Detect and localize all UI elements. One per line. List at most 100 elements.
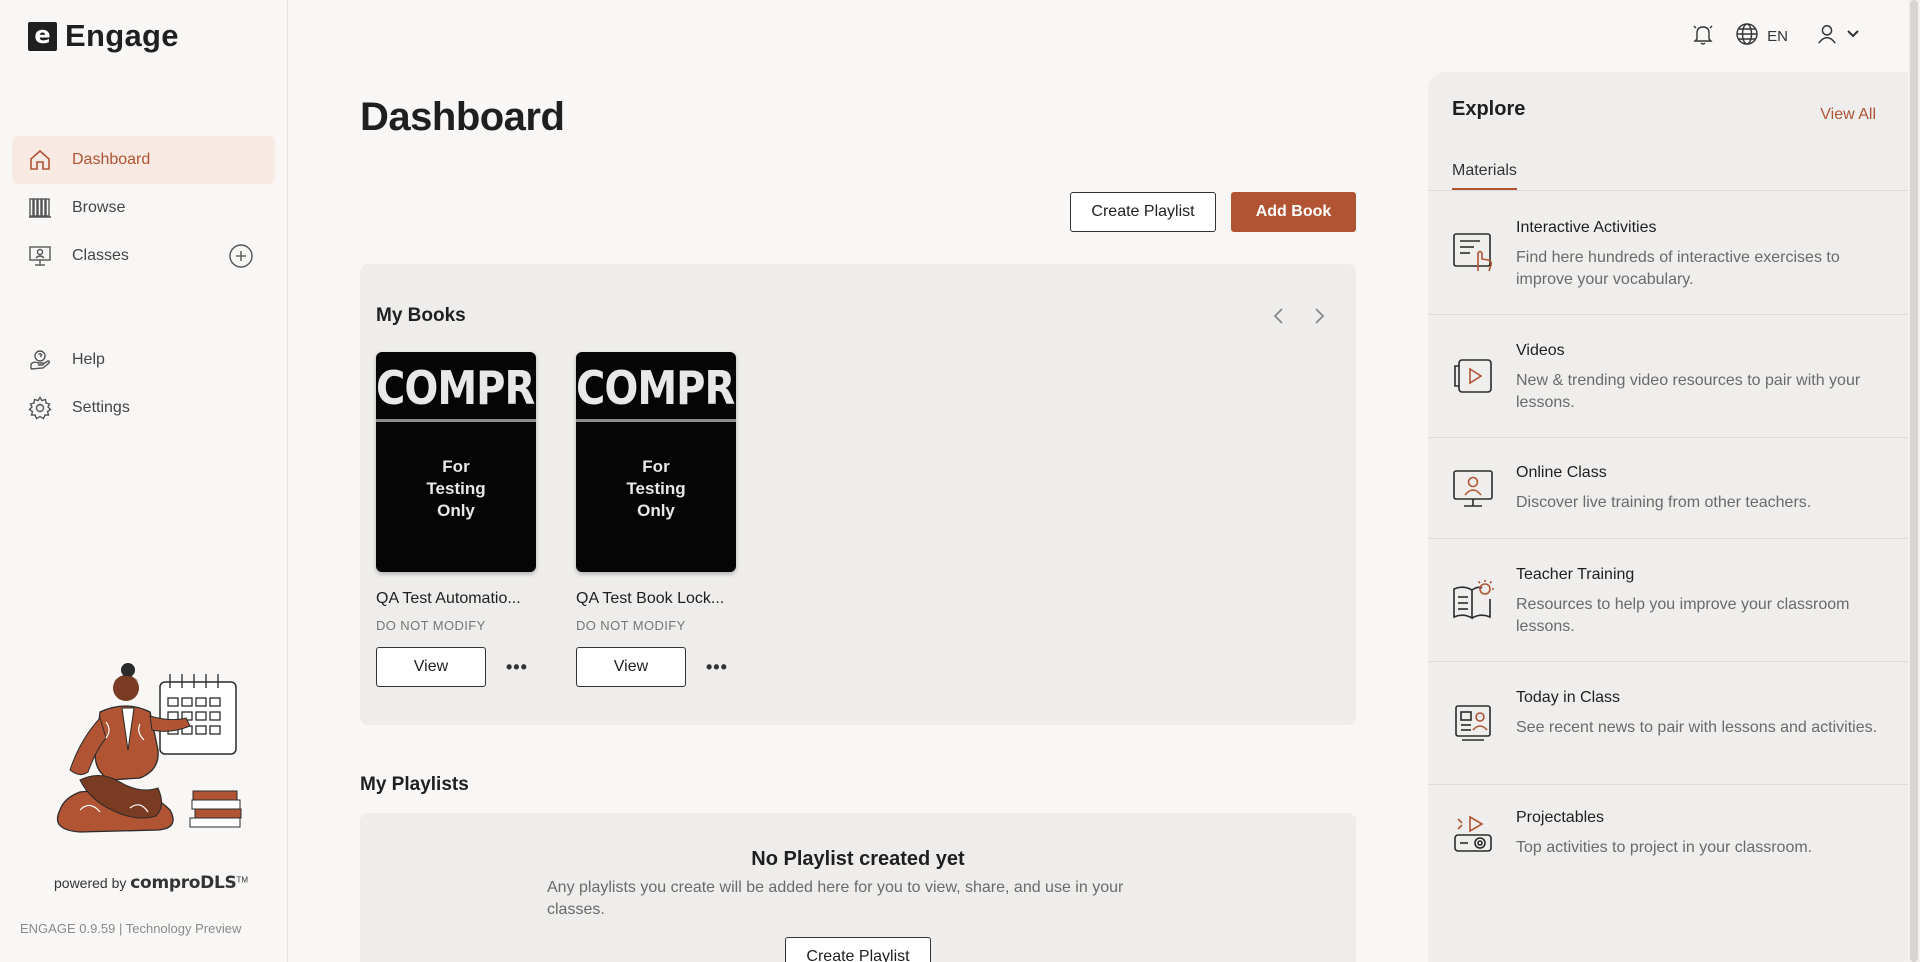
language-selector[interactable]: EN [1735, 22, 1788, 50]
explore-item-title: Today in Class [1516, 689, 1621, 706]
cover-subtitle: For Testing Only [576, 456, 736, 522]
add-book-button[interactable]: Add Book [1231, 192, 1356, 232]
my-books-title: My Books [376, 305, 466, 326]
my-playlists-title: My Playlists [360, 774, 469, 795]
cover-subtitle-line: For [442, 457, 470, 476]
sidebar-item-label: Classes [72, 247, 129, 264]
user-icon [1816, 23, 1838, 49]
sidebar-item-label: Settings [72, 399, 130, 416]
projector-icon [1452, 813, 1494, 855]
create-playlist-empty-button[interactable]: Create Playlist [785, 937, 931, 962]
sidebar-item-help[interactable]: Help [12, 336, 275, 384]
sidebar-item-dashboard[interactable]: Dashboard [12, 136, 275, 184]
globe-icon [1735, 22, 1759, 50]
view-all-link[interactable]: View All [1820, 106, 1876, 124]
cover-subtitle: For Testing Only [376, 456, 536, 522]
cover-subtitle-line: Testing [626, 479, 686, 498]
cover-subtitle-line: For [642, 457, 670, 476]
explore-item-title: Interactive Activities [1516, 219, 1657, 236]
cover-title: COMPRO [376, 362, 536, 416]
create-playlist-button[interactable]: Create Playlist [1070, 192, 1216, 232]
version-label: ENGAGE 0.9.59 | Technology Preview [20, 921, 242, 936]
explore-title: Explore [1452, 98, 1526, 120]
explore-item-desc: Find here hundreds of interactive exerci… [1516, 249, 1840, 288]
explore-item-videos[interactable]: Videos New & trending video resources to… [1428, 315, 1908, 438]
book-card: COMPRO For Testing Only QA Test Book Loc… [576, 352, 736, 687]
cover-subtitle-line: Testing [426, 479, 486, 498]
empty-playlist-title: No Playlist created yet [751, 848, 965, 870]
chevron-left-icon[interactable] [1268, 305, 1290, 327]
app-logo[interactable]: e Engage [28, 18, 179, 54]
bookshelf-icon [28, 196, 52, 220]
teacher-training-icon [1452, 579, 1494, 621]
more-options-icon[interactable]: ••• [706, 657, 728, 678]
cover-subtitle-line: Only [437, 501, 475, 520]
bell-icon [1691, 22, 1715, 50]
explore-item-online-class[interactable]: Online Class Discover live training from… [1428, 438, 1908, 539]
brand-name: comproDLS [130, 873, 237, 893]
cover-subtitle-line: Only [637, 501, 675, 520]
explore-item-title: Projectables [1516, 809, 1605, 826]
scrollbar-thumb[interactable] [1910, 0, 1918, 962]
tab-materials[interactable]: Materials [1452, 162, 1517, 190]
help-icon [28, 348, 52, 372]
sidebar-item-classes[interactable]: Classes [12, 232, 275, 280]
book-subtitle: DO NOT MODIFY [376, 618, 486, 633]
explore-panel: Explore View All Materials Interactive A… [1428, 72, 1908, 962]
book-title: QA Test Automatio... [376, 590, 521, 607]
explore-item-desc: Resources to help you improve your class… [1516, 596, 1850, 635]
cover-divider [376, 419, 536, 422]
view-book-button[interactable]: View [376, 647, 486, 687]
explore-item-desc: Discover live training from other teache… [1516, 494, 1812, 511]
today-in-class-icon [1452, 702, 1494, 744]
book-actions: View ••• [376, 647, 536, 687]
powered-by: powered by comproDLSTM [54, 873, 248, 893]
logo-mark: e [28, 21, 57, 51]
book-subtitle: DO NOT MODIFY [576, 618, 686, 633]
add-class-icon[interactable] [229, 244, 253, 268]
book-actions: View ••• [576, 647, 736, 687]
notifications-button[interactable] [1691, 22, 1715, 50]
book-card: COMPRO For Testing Only QA Test Automati… [376, 352, 536, 687]
my-books-panel: My Books COMPRO For Testing Only QA Test… [360, 264, 1356, 725]
sidebar-item-label: Browse [72, 199, 126, 216]
video-icon [1452, 355, 1494, 397]
empty-playlist-text: Any playlists you create will be added h… [547, 879, 1124, 918]
explore-item-teacher-training[interactable]: Teacher Training Resources to help you i… [1428, 539, 1908, 662]
book-title: QA Test Book Lock... [576, 590, 725, 607]
user-menu-button[interactable] [1816, 23, 1860, 49]
sidebar-item-browse[interactable]: Browse [12, 184, 275, 232]
sidebar-item-label: Dashboard [72, 151, 151, 168]
page-scrollbar[interactable] [1908, 0, 1920, 962]
explore-item-desc: New & trending video resources to pair w… [1516, 372, 1861, 411]
explore-item-interactive-activities[interactable]: Interactive Activities Find here hundred… [1428, 191, 1908, 315]
chevron-right-icon[interactable] [1308, 305, 1330, 327]
explore-item-title: Teacher Training [1516, 566, 1635, 583]
powered-by-label: powered by [54, 875, 127, 891]
sidebar: e Engage Dashboard Browse Classes Help S… [0, 0, 288, 962]
cover-divider [576, 419, 736, 422]
explore-item-title: Online Class [1516, 464, 1607, 481]
explore-item-projectables[interactable]: Projectables Top activities to project i… [1428, 785, 1908, 885]
home-icon [28, 148, 52, 172]
page-title: Dashboard [360, 95, 565, 139]
brand-tm: TM [236, 875, 249, 885]
my-playlists-panel: No Playlist created yet Any playlists yo… [360, 813, 1356, 962]
language-label: EN [1767, 27, 1788, 45]
classroom-icon [28, 244, 52, 268]
sidebar-item-label: Help [72, 351, 105, 368]
explore-item-desc: See recent news to pair with lessons and… [1516, 719, 1878, 736]
view-book-button[interactable]: View [576, 647, 686, 687]
online-class-icon [1452, 468, 1494, 510]
teacher-illustration [40, 660, 250, 840]
sidebar-item-settings[interactable]: Settings [12, 384, 275, 432]
explore-item-desc: Top activities to project in your classr… [1516, 839, 1813, 856]
more-options-icon[interactable]: ••• [506, 657, 528, 678]
explore-item-today-in-class[interactable]: Today in Class See recent news to pair w… [1428, 662, 1908, 785]
book-cover[interactable]: COMPRO For Testing Only [576, 352, 736, 572]
app-name: Engage [65, 18, 179, 53]
book-cover[interactable]: COMPRO For Testing Only [376, 352, 536, 572]
gear-icon [28, 396, 52, 420]
chevron-down-icon [1846, 27, 1860, 45]
cover-title: COMPRO [576, 362, 736, 416]
